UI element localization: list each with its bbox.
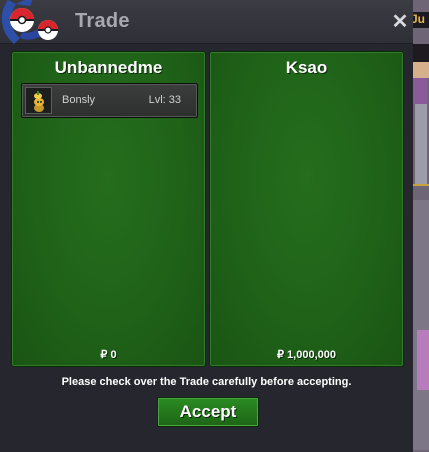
item-icon-frame xyxy=(25,87,52,114)
trade-window: Trade ✕ Unbannedme Bonsly Lvl: 33 ₽ 0 Ks… xyxy=(0,0,413,452)
player-name: Unbannedme xyxy=(54,58,163,77)
my-offer-panel: Unbannedme Bonsly Lvl: 33 ₽ 0 xyxy=(11,51,206,367)
partner-offer-panel: Ksao ₽ 1,000,000 xyxy=(209,51,404,367)
window-title: Trade xyxy=(75,10,130,32)
bonsly-icon xyxy=(34,91,44,112)
accept-button[interactable]: Accept xyxy=(157,397,259,427)
item-name: Bonsly xyxy=(62,94,96,106)
pokeball-logo-icon xyxy=(1,0,58,44)
trade-notice: Please check over the Trade carefully be… xyxy=(61,376,352,388)
player-name: Ksao xyxy=(285,58,328,77)
money-offer: ₽ 1,000,000 xyxy=(277,349,336,361)
game-background: Ju xyxy=(411,0,429,452)
money-offer: ₽ 0 xyxy=(100,349,117,361)
close-button[interactable]: ✕ xyxy=(391,12,409,32)
background-name-tag: Ju xyxy=(411,12,429,28)
item-level: Lvl: 33 xyxy=(148,94,181,106)
trade-item-slot[interactable]: Bonsly Lvl: 33 xyxy=(21,83,198,118)
